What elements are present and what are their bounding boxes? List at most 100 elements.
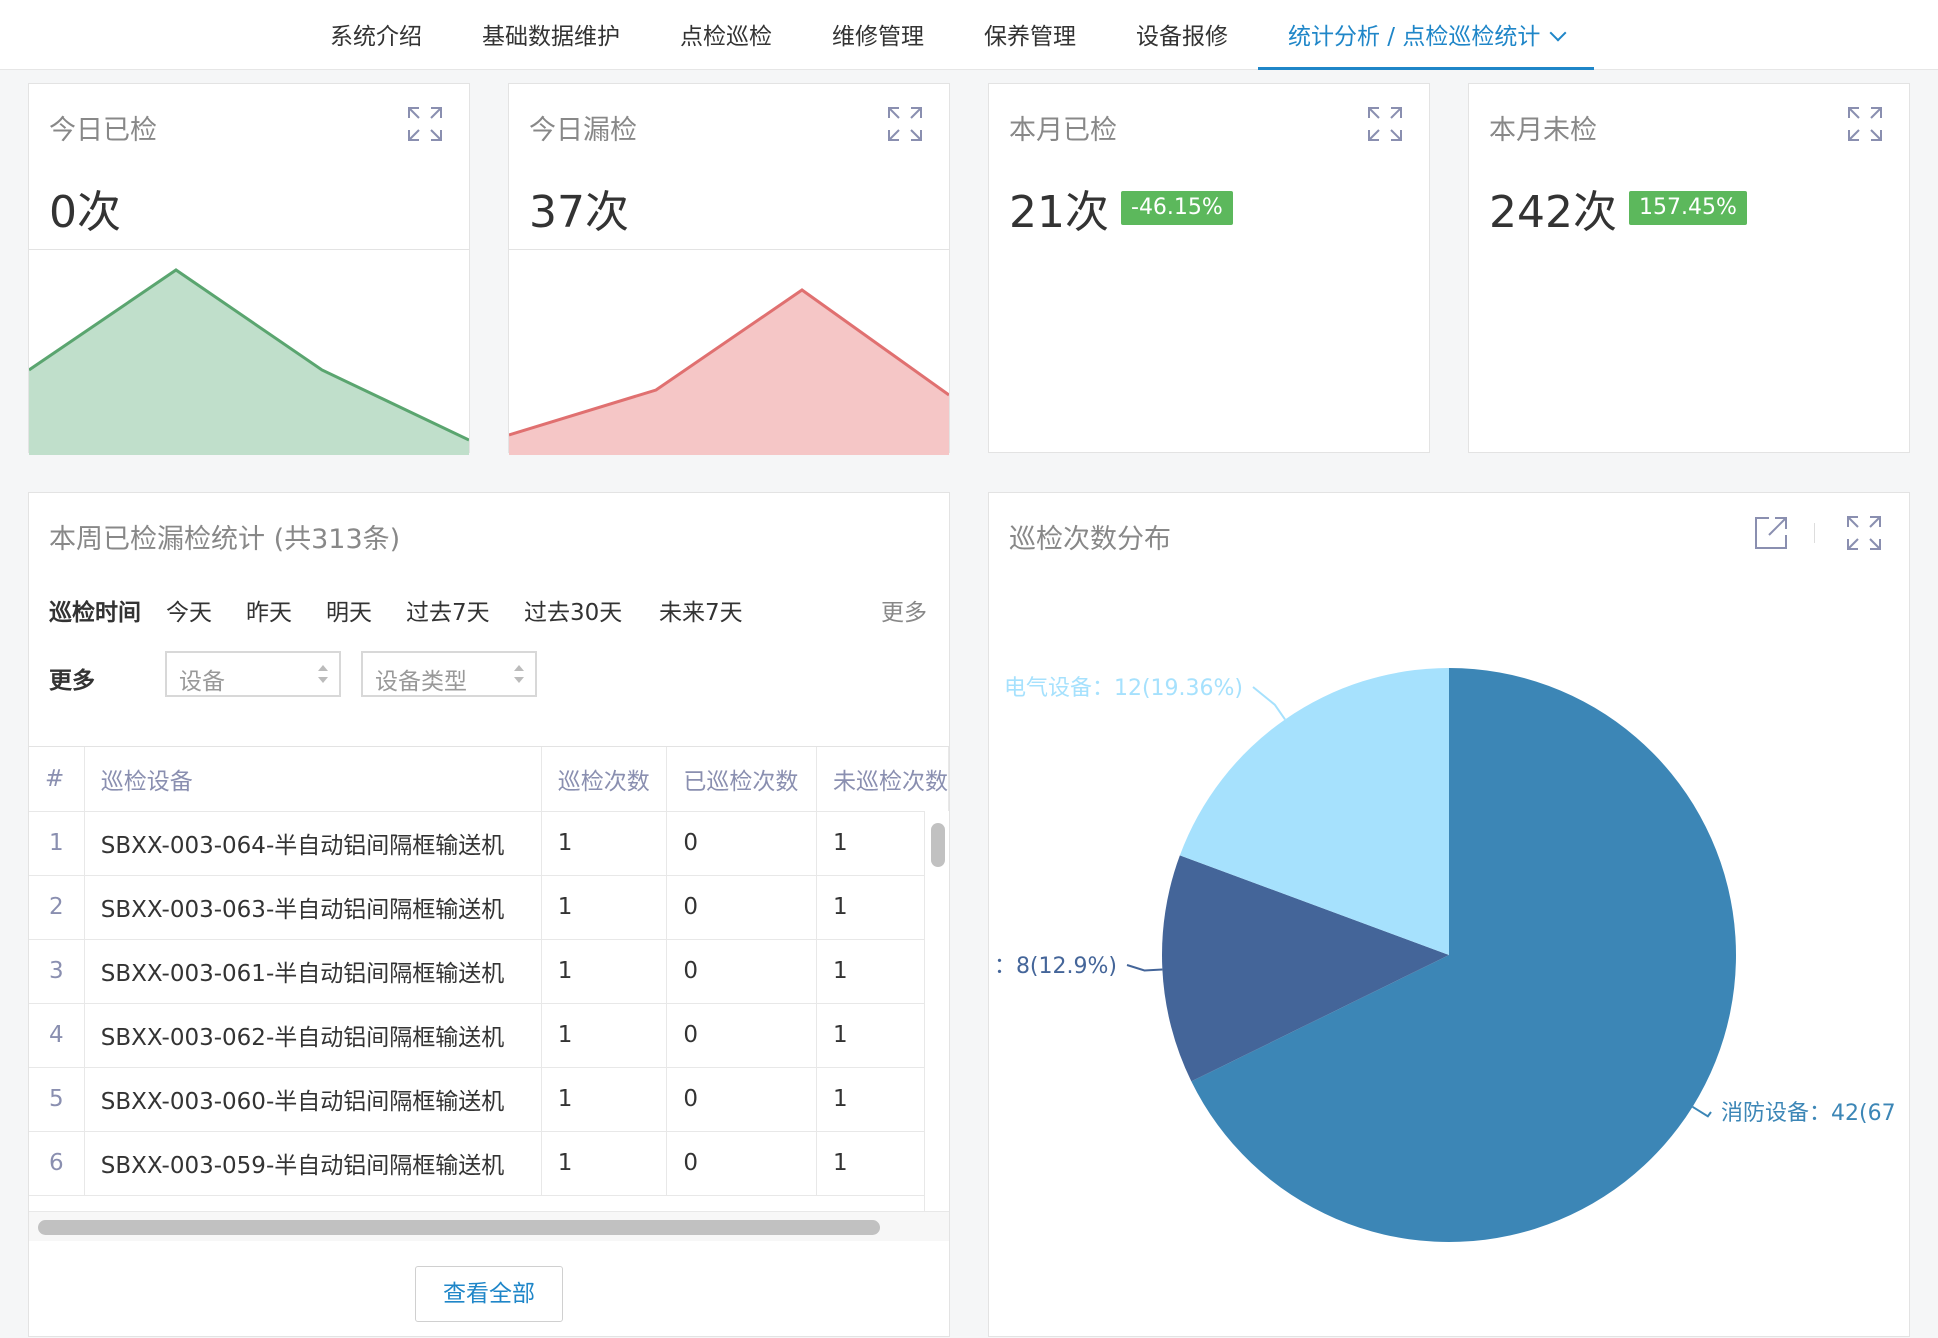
stat-value-text: 37次 — [529, 187, 629, 238]
header-count[interactable]: 巡检次数 — [541, 747, 668, 812]
stat-card-month-checked: 本月已检 21次 -46.15% — [988, 83, 1430, 453]
expand-icon[interactable] — [1847, 106, 1883, 142]
device-type-select[interactable]: 设备类型 — [361, 651, 537, 697]
cell-checked: 0 — [666, 1003, 817, 1068]
vertical-scroll-thumb[interactable] — [931, 823, 945, 867]
select-arrows-icon — [514, 665, 524, 683]
stats-table: # 巡检设备 巡检次数 已巡检次数 未巡检次数 1 SBXX-003-064-半自… — [29, 746, 949, 1211]
table-row[interactable]: 3 SBXX-003-061-半自动铝间隔框输送机 1 0 1 — [29, 939, 949, 1004]
filter-more-link[interactable]: 更多 — [881, 593, 927, 627]
view-all-button[interactable]: 查看全部 — [415, 1266, 563, 1322]
cell-count: 1 — [541, 1067, 668, 1132]
header-unchecked[interactable]: 未巡检次数 — [816, 747, 949, 812]
cell-device: SBXX-003-060-半自动铝间隔框输送机 — [84, 1067, 542, 1132]
cell-index: 1 — [29, 811, 85, 876]
table-row[interactable]: 4 SBXX-003-062-半自动铝间隔框输送机 1 0 1 — [29, 1003, 949, 1068]
table-row[interactable]: 6 SBXX-003-059-半自动铝间隔框输送机 1 0 1 — [29, 1131, 949, 1196]
filter-today[interactable]: 今天 — [166, 593, 212, 627]
device-select-placeholder: 设备 — [179, 669, 225, 695]
nav-item-repair[interactable]: 维修管理 — [802, 0, 954, 70]
stat-value: 37次 — [529, 176, 629, 240]
change-badge: -46.15% — [1121, 191, 1233, 225]
cell-index: 2 — [29, 875, 85, 940]
filter-yesterday[interactable]: 昨天 — [246, 593, 292, 627]
table-row[interactable]: 5 SBXX-003-060-半自动铝间隔框输送机 1 0 1 — [29, 1067, 949, 1132]
change-badge: 157.45% — [1628, 191, 1747, 225]
stat-card-month-unchecked: 本月未检 242次 157.45% — [1468, 83, 1910, 453]
sparkline-red — [508, 249, 950, 455]
top-nav: 系统介绍 基础数据维护 点检巡检 维修管理 保养管理 设备报修 统计分析 / 点… — [0, 0, 1938, 70]
table-row[interactable]: 1 SBXX-003-064-半自动铝间隔框输送机 1 0 1 — [29, 811, 949, 876]
cell-device: SBXX-003-059-半自动铝间隔框输送机 — [84, 1131, 542, 1196]
stat-title: 本月未检 — [1489, 115, 1597, 146]
nav-item-intro[interactable]: 系统介绍 — [300, 0, 452, 70]
nav-item-basic-data[interactable]: 基础数据维护 — [452, 0, 650, 70]
cell-count: 1 — [541, 1003, 668, 1068]
table-header-row: # 巡检设备 巡检次数 已巡检次数 未巡检次数 — [29, 747, 949, 812]
cell-count: 1 — [541, 1131, 668, 1196]
stat-title: 本月已检 — [1009, 115, 1117, 146]
cell-index: 3 — [29, 939, 85, 1004]
nav-items: 系统介绍 基础数据维护 点检巡检 维修管理 保养管理 设备报修 统计分析 / 点… — [300, 0, 1595, 70]
filter-more-label: 更多 — [49, 668, 95, 694]
header-index[interactable]: # — [29, 747, 85, 812]
pie-label-line — [1252, 686, 1286, 721]
cell-device: SBXX-003-064-半自动铝间隔框输送机 — [84, 811, 542, 876]
horizontal-scroll-thumb[interactable] — [38, 1220, 880, 1235]
cell-count: 1 — [541, 875, 668, 940]
cell-checked: 0 — [666, 875, 817, 940]
vertical-scrollbar[interactable] — [924, 811, 949, 1211]
cell-index: 6 — [29, 1131, 85, 1196]
header-checked[interactable]: 已巡检次数 — [666, 747, 817, 812]
header-device[interactable]: 巡检设备 — [84, 747, 542, 812]
stat-value-text: 242次 — [1489, 187, 1617, 238]
stat-value-text: 21次 — [1009, 187, 1109, 238]
expand-icon[interactable] — [1367, 106, 1403, 142]
nav-active-label: 统计分析 / 点检巡检统计 — [1288, 24, 1541, 50]
weekly-stats-card: 本周已检漏检统计 (共313条) 巡检时间 今天 昨天 明天 过去7天 过去30… — [28, 492, 950, 1337]
pie-label: ：8(12.9%) — [994, 954, 1117, 979]
pie-label: 消防设备：42(67 — [1721, 1101, 1896, 1126]
stat-value: 21次 -46.15% — [1009, 176, 1233, 240]
table-row[interactable]: 2 SBXX-003-063-半自动铝间隔框输送机 1 0 1 — [29, 875, 949, 940]
horizontal-scrollbar[interactable] — [29, 1211, 949, 1241]
nav-item-maintenance[interactable]: 保养管理 — [954, 0, 1106, 70]
filter-next-7[interactable]: 未来7天 — [659, 593, 743, 627]
filter-past-7[interactable]: 过去7天 — [406, 593, 490, 627]
filter-past-30[interactable]: 过去30天 — [524, 593, 622, 627]
filter-time-label: 巡检时间 — [49, 600, 141, 626]
cell-checked: 0 — [666, 1067, 817, 1132]
stat-title: 今日漏检 — [529, 115, 637, 146]
nav-item-report[interactable]: 设备报修 — [1106, 0, 1258, 70]
filter-tomorrow[interactable]: 明天 — [326, 593, 372, 627]
stat-card-today-checked: 今日已检 0次 — [28, 83, 470, 455]
nav-item-inspection[interactable]: 点检巡检 — [650, 0, 802, 70]
nav-item-statistics[interactable]: 统计分析 / 点检巡检统计 — [1258, 0, 1595, 70]
cell-checked: 0 — [666, 811, 817, 876]
stat-value: 242次 157.45% — [1489, 176, 1747, 240]
expand-icon[interactable] — [407, 106, 443, 142]
expand-icon[interactable] — [887, 106, 923, 142]
cell-device: SBXX-003-063-半自动铝间隔框输送机 — [84, 875, 542, 940]
pie-label-line — [1126, 964, 1163, 972]
device-type-select-placeholder: 设备类型 — [375, 669, 467, 695]
cell-device: SBXX-003-061-半自动铝间隔框输送机 — [84, 939, 542, 1004]
cell-count: 1 — [541, 811, 668, 876]
select-arrows-icon — [318, 665, 328, 683]
cell-index: 4 — [29, 1003, 85, 1068]
sparkline-green — [28, 249, 470, 455]
pie-chart: 消防设备：42(67 ：8(12.9%) 电气设备：12(19.36%) — [994, 668, 1896, 1242]
stat-value-text: 0次 — [49, 187, 121, 238]
pie-label-line — [1692, 1105, 1712, 1118]
stat-title: 今日已检 — [49, 115, 157, 146]
chevron-down-icon — [1549, 24, 1567, 42]
cell-checked: 0 — [666, 1131, 817, 1196]
device-select[interactable]: 设备 — [165, 651, 341, 697]
stat-card-today-missed: 今日漏检 37次 — [508, 83, 950, 455]
cell-index: 5 — [29, 1067, 85, 1132]
distribution-card: 巡检次数分布 消防设备：42(67 ：8(12.9%) 电气设备：12(19.36%… — [988, 492, 1910, 1337]
cell-checked: 0 — [666, 939, 817, 1004]
card-title: 本周已检漏检统计 (共313条) — [49, 524, 401, 555]
pie-label: 电气设备：12(19.36%) — [1004, 676, 1243, 701]
stat-value: 0次 — [49, 176, 121, 240]
